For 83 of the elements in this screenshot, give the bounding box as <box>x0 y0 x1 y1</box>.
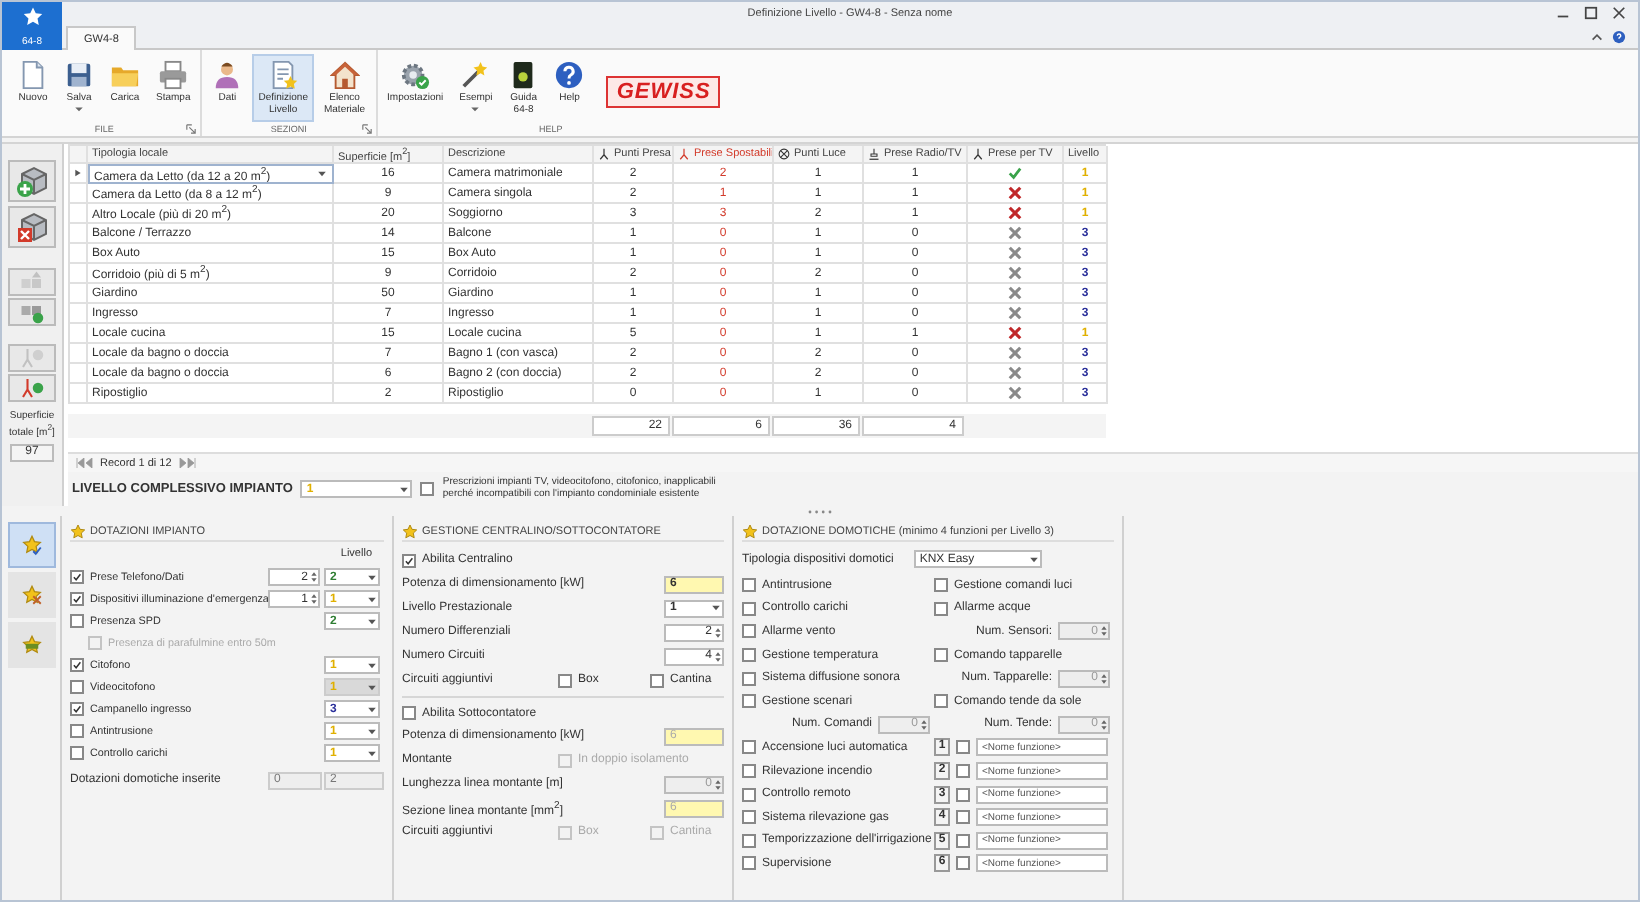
house-icon <box>329 60 360 90</box>
spinner-arrows-icon <box>310 570 318 584</box>
next-last-icon[interactable] <box>177 458 196 468</box>
checkbox[interactable] <box>70 592 84 606</box>
socket-icon <box>868 148 880 160</box>
caret-icon <box>316 168 328 180</box>
caret-icon <box>710 602 722 614</box>
wand-icon <box>460 60 491 90</box>
star-icon <box>402 523 418 539</box>
checkbox[interactable] <box>742 810 756 825</box>
checkbox[interactable] <box>934 578 948 593</box>
side-tab[interactable] <box>7 572 55 618</box>
help-icon[interactable] <box>1612 30 1626 44</box>
checkbox[interactable] <box>70 570 84 584</box>
spinner-arrows-icon <box>714 649 722 663</box>
lamp-icon <box>778 148 790 160</box>
toolbar-button[interactable] <box>8 298 56 326</box>
row-indicator-icon <box>74 168 82 178</box>
plug-icon <box>678 148 690 160</box>
checkbox[interactable] <box>742 856 756 871</box>
checkbox[interactable] <box>956 810 970 825</box>
side-tab[interactable] <box>7 522 55 568</box>
collapse-icon[interactable] <box>1590 30 1604 44</box>
toolbar-button[interactable] <box>8 160 56 202</box>
spinner-arrows-icon <box>1100 717 1108 732</box>
checkbox[interactable] <box>420 482 435 496</box>
plug-icon <box>598 148 610 160</box>
checkbox[interactable] <box>956 833 970 848</box>
plug-icon <box>972 148 984 160</box>
checkbox[interactable] <box>742 624 756 639</box>
document-icon <box>18 60 48 90</box>
checkbox[interactable] <box>934 648 948 663</box>
checkbox[interactable] <box>956 740 970 755</box>
checkbox[interactable] <box>70 614 84 628</box>
maximize-icon[interactable] <box>1584 6 1598 20</box>
spinner-arrows-icon <box>1100 671 1108 686</box>
toolbar-button[interactable] <box>8 206 56 248</box>
close-icon[interactable] <box>1612 6 1626 20</box>
checkbox[interactable] <box>650 673 664 687</box>
checkbox[interactable] <box>742 694 756 709</box>
spinner-arrows-icon <box>310 592 318 606</box>
checkbox[interactable] <box>70 680 84 694</box>
brand-logo: GEWISS <box>606 75 721 108</box>
checkbox[interactable] <box>742 601 756 616</box>
checkbox[interactable] <box>70 658 84 672</box>
checkbox[interactable] <box>934 694 948 709</box>
dialog-launcher-icon[interactable] <box>186 123 197 133</box>
cube-plus-icon <box>16 165 48 197</box>
star-icon <box>70 523 86 539</box>
checkbox[interactable] <box>402 706 416 720</box>
checkbox[interactable] <box>956 764 970 779</box>
checkbox[interactable] <box>70 724 84 738</box>
star-icon <box>742 523 758 539</box>
checkbox[interactable] <box>956 787 970 802</box>
checkbox[interactable] <box>70 746 84 760</box>
cube-delete-icon <box>16 211 48 243</box>
caret-icon <box>398 483 411 495</box>
dialog-launcher-icon[interactable] <box>361 123 372 134</box>
first-previous-icon[interactable] <box>76 458 94 468</box>
checkbox[interactable] <box>70 702 84 716</box>
gear-icon <box>400 60 431 90</box>
checkbox[interactable] <box>742 671 756 686</box>
checkbox[interactable] <box>956 856 970 871</box>
toolbar-button[interactable] <box>8 374 56 402</box>
person-icon <box>212 60 243 90</box>
printer-icon <box>158 60 189 90</box>
spinner-arrows-icon <box>714 625 722 639</box>
checkbox[interactable] <box>742 833 756 848</box>
side-tab[interactable] <box>7 622 55 668</box>
checkbox[interactable] <box>742 787 756 802</box>
spinner-arrows-icon <box>714 777 722 791</box>
caret-icon <box>1027 553 1040 565</box>
checkbox[interactable] <box>742 578 756 593</box>
spinner-arrows-icon <box>1100 624 1108 639</box>
checkbox[interactable] <box>742 740 756 755</box>
help-icon <box>554 60 585 90</box>
star-icon <box>21 6 43 28</box>
checkbox[interactable] <box>934 601 948 616</box>
checkbox[interactable] <box>742 648 756 663</box>
checkbox[interactable] <box>402 553 416 567</box>
checkbox[interactable] <box>558 673 572 687</box>
checkbox[interactable] <box>742 764 756 779</box>
spinner-arrows-icon <box>920 717 928 732</box>
